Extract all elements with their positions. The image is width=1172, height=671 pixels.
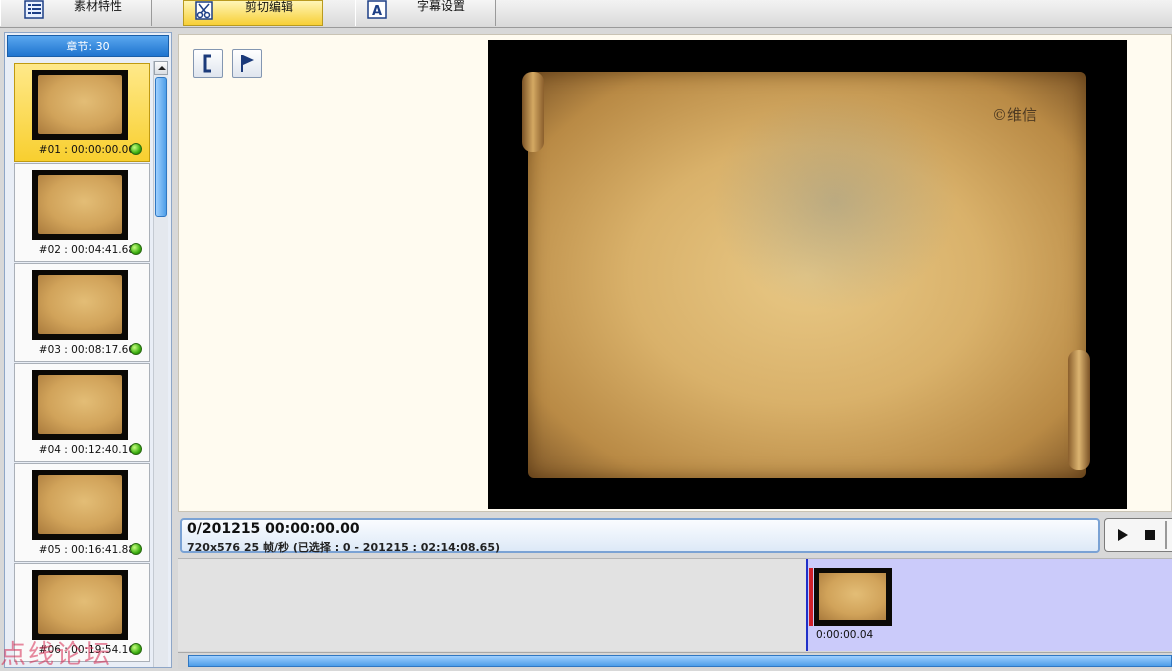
chapter-list: #01 : 00:00:00.00 #02 : 00:04:41.68 #03 … [14, 63, 150, 669]
chapter-count-header: 章节: 30 [7, 35, 169, 57]
mark-in-bracket-icon [203, 54, 211, 73]
chapter-label: #03 : 00:08:17.60 [38, 344, 135, 356]
play-icon [1118, 529, 1128, 541]
chapter-label: #05 : 00:16:41.88 [38, 544, 135, 556]
chapter-item-05[interactable]: #05 : 00:16:41.88 [14, 463, 150, 562]
stop-button[interactable] [1137, 523, 1163, 547]
chapter-label: #04 : 00:12:40.16 [38, 444, 135, 456]
timeline-track[interactable]: 0:00:00.04 [178, 558, 1172, 651]
chapter-label: #01 : 00:00:00.00 [38, 144, 135, 156]
green-status-icon [130, 443, 142, 455]
video-preview-area: ©维信 [178, 34, 1172, 512]
chapter-thumbnail [32, 170, 128, 240]
clip-marker [809, 568, 813, 626]
tab-material-properties[interactable]: 素材特性 [0, 0, 152, 26]
tab-label: 剪切编辑 [245, 0, 294, 14]
video-frame: ©维信 [488, 40, 1127, 509]
parchment-scroll-image: ©维信 [522, 72, 1090, 478]
subtitle-a-icon: A [366, 0, 388, 20]
info-bar: 0/201215 00:00:00.00 720x576 25 帧/秒 (已选择… [180, 518, 1100, 554]
chapter-thumbnail [32, 270, 128, 340]
mark-in-button[interactable] [193, 49, 223, 78]
timeline-clip-thumbnail[interactable] [814, 568, 892, 626]
chapter-scrollbar[interactable] [153, 61, 168, 667]
frame-counter: 0/201215 00:00:00.00 [187, 521, 360, 537]
chapter-item-04[interactable]: #04 : 00:12:40.16 [14, 363, 150, 462]
scrollbar-thumb[interactable] [188, 655, 1172, 667]
stop-icon [1145, 530, 1155, 540]
scissors-edit-icon [193, 1, 215, 21]
chapter-item-03[interactable]: #03 : 00:08:17.60 [14, 263, 150, 362]
scrollbar-thumb[interactable] [155, 77, 167, 217]
top-tab-bar: 素材特性 剪切编辑 A 字幕设置 [0, 0, 1172, 28]
green-status-icon [130, 543, 142, 555]
chapter-item-01[interactable]: #01 : 00:00:00.00 [14, 63, 150, 162]
tab-cut-edit[interactable]: 剪切编辑 [183, 0, 323, 26]
green-status-icon [130, 143, 142, 155]
chapter-thumbnail [32, 370, 128, 440]
chapter-thumbnail [32, 570, 128, 640]
clip-timecode: 0:00:00.04 [816, 629, 874, 641]
green-status-icon [130, 243, 142, 255]
flag-marker-button[interactable] [232, 49, 262, 78]
tab-label: 字幕设置 [417, 0, 466, 13]
video-watermark-text: ©维信 [992, 106, 1038, 124]
timeline-scrollbar[interactable] [178, 652, 1172, 669]
scroll-up-arrow-icon[interactable] [154, 61, 168, 75]
chapter-thumbnail [32, 470, 128, 540]
playhead-line[interactable] [806, 559, 808, 651]
tab-label: 素材特性 [74, 0, 123, 13]
flag-icon [241, 55, 254, 72]
chapter-label: #02 : 00:04:41.68 [38, 244, 135, 256]
green-status-icon [130, 343, 142, 355]
tab-subtitle-settings[interactable]: A 字幕设置 [355, 0, 496, 26]
forum-watermark: 点线论坛 [0, 640, 113, 670]
chapter-panel: 章节: 30 #01 : 00:00:00.00 #02 : 00:04:41.… [4, 32, 172, 668]
chapter-item-02[interactable]: #02 : 00:04:41.68 [14, 163, 150, 262]
play-button[interactable] [1109, 523, 1135, 547]
video-info: 720x576 25 帧/秒 (已选择 : 0 - 201215 : 02:14… [187, 541, 501, 554]
chapter-thumbnail [32, 70, 128, 140]
green-status-icon [130, 643, 142, 655]
svg-text:A: A [372, 4, 382, 19]
list-icon [23, 0, 45, 20]
playback-controls [1104, 518, 1172, 552]
